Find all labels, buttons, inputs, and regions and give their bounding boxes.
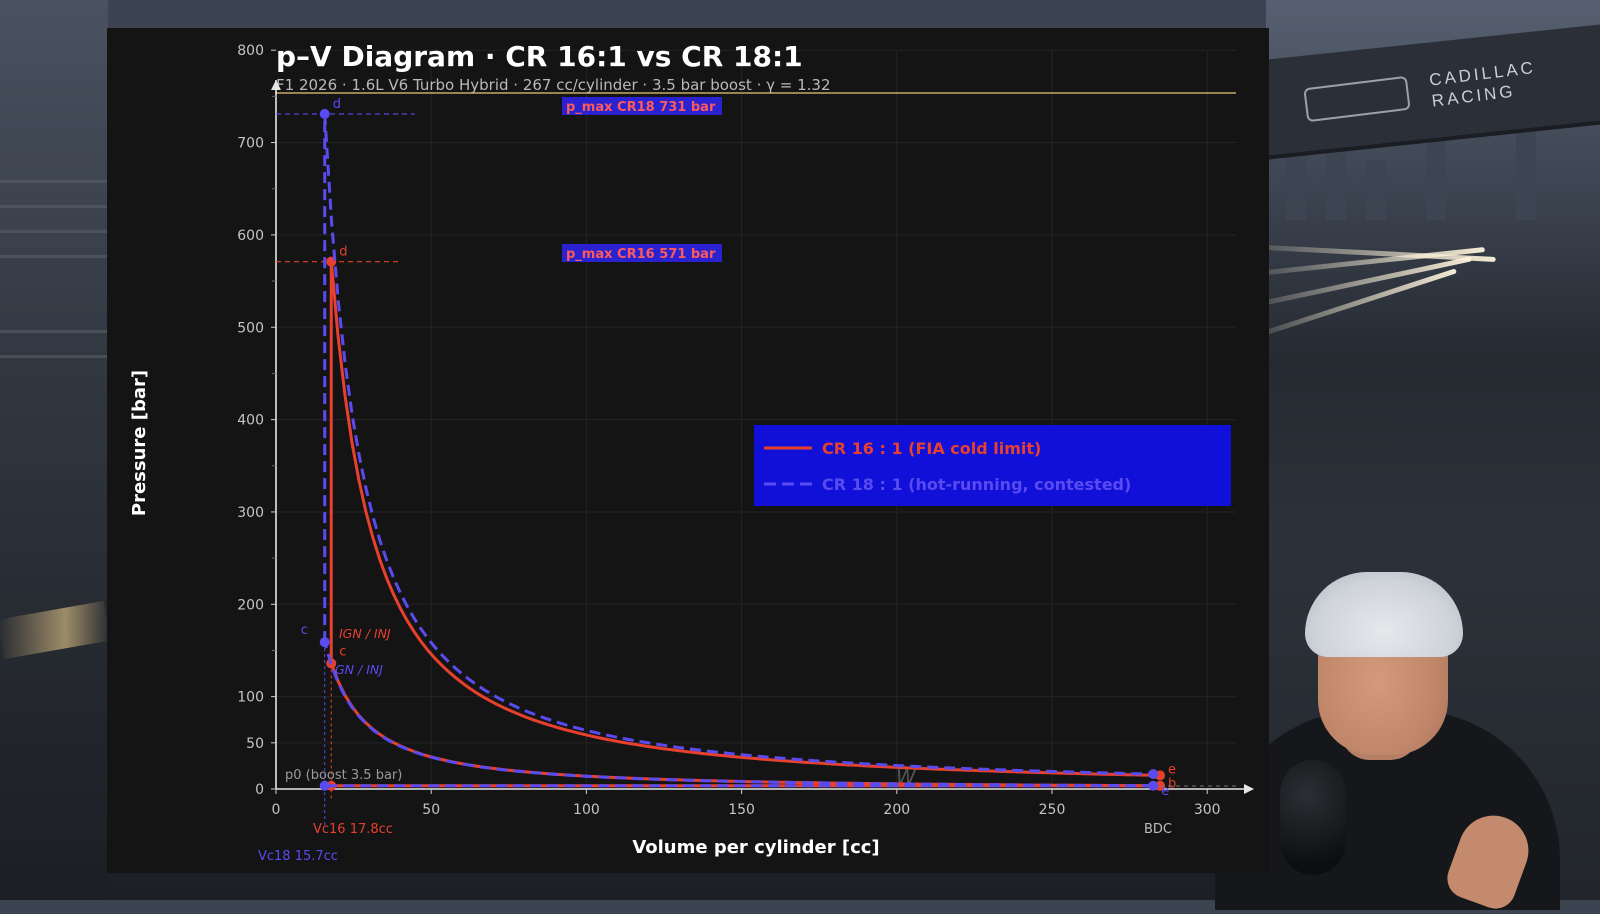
pmax-label-cr16: p_max CR16 571 bar [566,247,716,262]
x-tick-label: 100 [573,802,600,818]
x-tick-label: 0 [272,802,281,818]
y-tick-label: 600 [237,228,264,244]
state-point [319,780,330,791]
compression-curve-cr18 [323,641,1154,788]
y-tick-label: 0 [255,782,264,798]
y-axis-label: Pressure [bar] [129,370,150,516]
ign-label-cr18: GN / INJ [335,662,383,677]
x-tick-label: 50 [422,802,440,818]
grid [276,49,1236,789]
pmax-badge-cr18: p_max CR18 731 bar [562,97,722,115]
vc-label-cr16: Vc16 17.8cc [313,822,393,837]
state-point [319,108,330,119]
point-label-c: c [339,644,346,659]
point-label-b: b [1168,776,1176,791]
point-label-c: c [301,623,308,638]
compression-curve-cr16 [329,662,1161,788]
state-point [319,637,330,648]
pmax-badge-cr16: p_max CR16 571 bar [562,244,722,262]
y-tick-label: 800 [237,43,264,59]
pv-diagram-chart: p–V Diagram · CR 16:1 vs CR 18:1 F1 2026… [129,40,1254,864]
y-tick-label: 50 [246,736,264,752]
x-tick-label: 250 [1039,802,1066,818]
y-tick-label: 100 [237,690,264,706]
chart-subtitle: F1 2026 · 1.6L V6 Turbo Hybrid · 267 cc/… [276,76,831,94]
x-axis-label: Volume per cylinder [cc] [632,837,879,858]
expansion-curve-cr16 [329,261,1161,777]
state-point [1148,769,1159,780]
legend-label-cr16: CR 16 : 1 (FIA cold limit) [822,439,1041,458]
boost-label: p0 (boost 3.5 bar) [285,768,402,783]
point-label-d: d [339,245,347,260]
y-tick-label: 700 [237,136,264,152]
bdc-label: BDC [1144,822,1172,837]
x-axis-arrow-icon [1244,784,1254,794]
pmax-label-cr18: p_max CR18 731 bar [566,100,716,115]
point-label-d: d [333,97,341,112]
y-tick-label: 300 [237,505,264,521]
legend: CR 16 : 1 (FIA cold limit) CR 18 : 1 (ho… [754,425,1231,506]
vc-label-cr18: Vc18 15.7cc [258,849,338,864]
x-tick-label: 300 [1194,802,1221,818]
y-tick-label: 400 [237,413,264,429]
y-tick-label: 200 [237,597,264,613]
x-tick-label: 150 [728,802,755,818]
legend-label-cr18: CR 18 : 1 (hot-running, contested) [822,475,1131,494]
chart-title: p–V Diagram · CR 16:1 vs CR 18:1 [276,40,803,73]
y-tick-label: 500 [237,320,264,336]
x-tick-label: 200 [883,802,910,818]
ign-label-cr16: IGN / INJ [339,626,391,641]
point-label-e: e [1168,762,1176,777]
state-point [1148,780,1159,791]
